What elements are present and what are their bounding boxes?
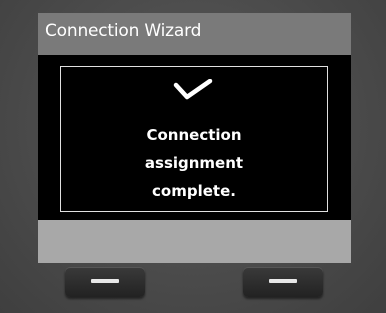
softkey-label-bar <box>38 220 351 263</box>
dash-icon <box>269 279 297 283</box>
checkmark-icon <box>173 79 213 100</box>
message-line-3: complete. <box>152 182 236 200</box>
title-bar: Connection Wizard <box>38 13 351 55</box>
message-line-1: Connection <box>146 126 242 144</box>
right-softkey-button[interactable] <box>243 267 323 297</box>
dash-icon <box>91 279 119 283</box>
left-softkey-button[interactable] <box>65 267 145 297</box>
display-screen: Connection Wizard Connection assignment … <box>38 13 351 263</box>
message-area: Connection assignment complete. <box>38 55 351 220</box>
screen-title: Connection Wizard <box>45 21 202 41</box>
message-box: Connection assignment complete. <box>60 66 328 212</box>
message-line-2: assignment <box>144 154 244 172</box>
